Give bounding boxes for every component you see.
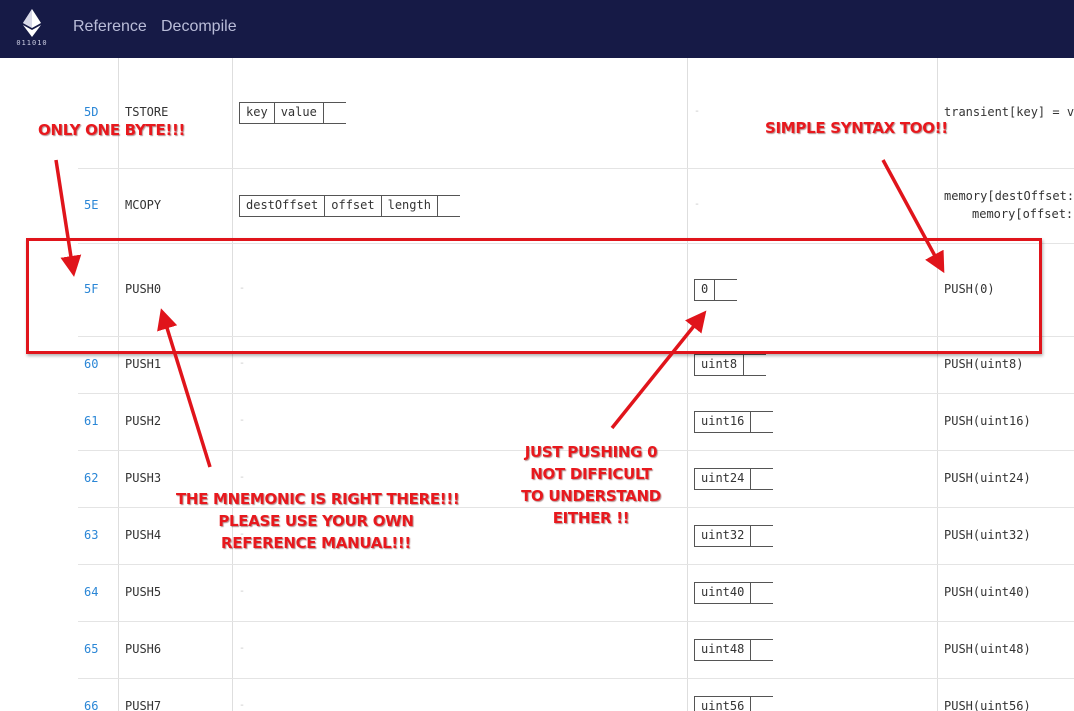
annotation-only-one-byte: ONLY ONE BYTE!!! — [38, 121, 186, 139]
annotation-line: EITHER !! — [552, 509, 630, 527]
annotation-mnemonic: THE MNEMONIC IS RIGHT THERE!!! PLEASE US… — [176, 488, 460, 554]
annotation-simple-syntax: SIMPLE SYNTAX TOO!! — [765, 119, 948, 137]
annotation-line: REFERENCE MANUAL!!! — [221, 534, 411, 552]
arrow-to-output — [610, 310, 707, 430]
arrow-to-expression — [881, 159, 945, 274]
annotation-line: JUST PUSHING 0 — [524, 443, 658, 461]
annotation-line: PLEASE USE YOUR OWN — [218, 512, 414, 530]
arrow-to-opcode — [54, 159, 82, 277]
annotation-push0: JUST PUSHING 0 NOT DIFFICULT TO UNDERSTA… — [512, 441, 670, 529]
annotation-line: THE MNEMONIC IS RIGHT THERE!!! — [176, 490, 460, 508]
annotation-arrows — [54, 159, 945, 468]
annotation-line: NOT DIFFICULT — [530, 465, 652, 483]
arrow-to-mnemonic — [157, 308, 212, 468]
annotation-line: TO UNDERSTAND — [521, 487, 661, 505]
